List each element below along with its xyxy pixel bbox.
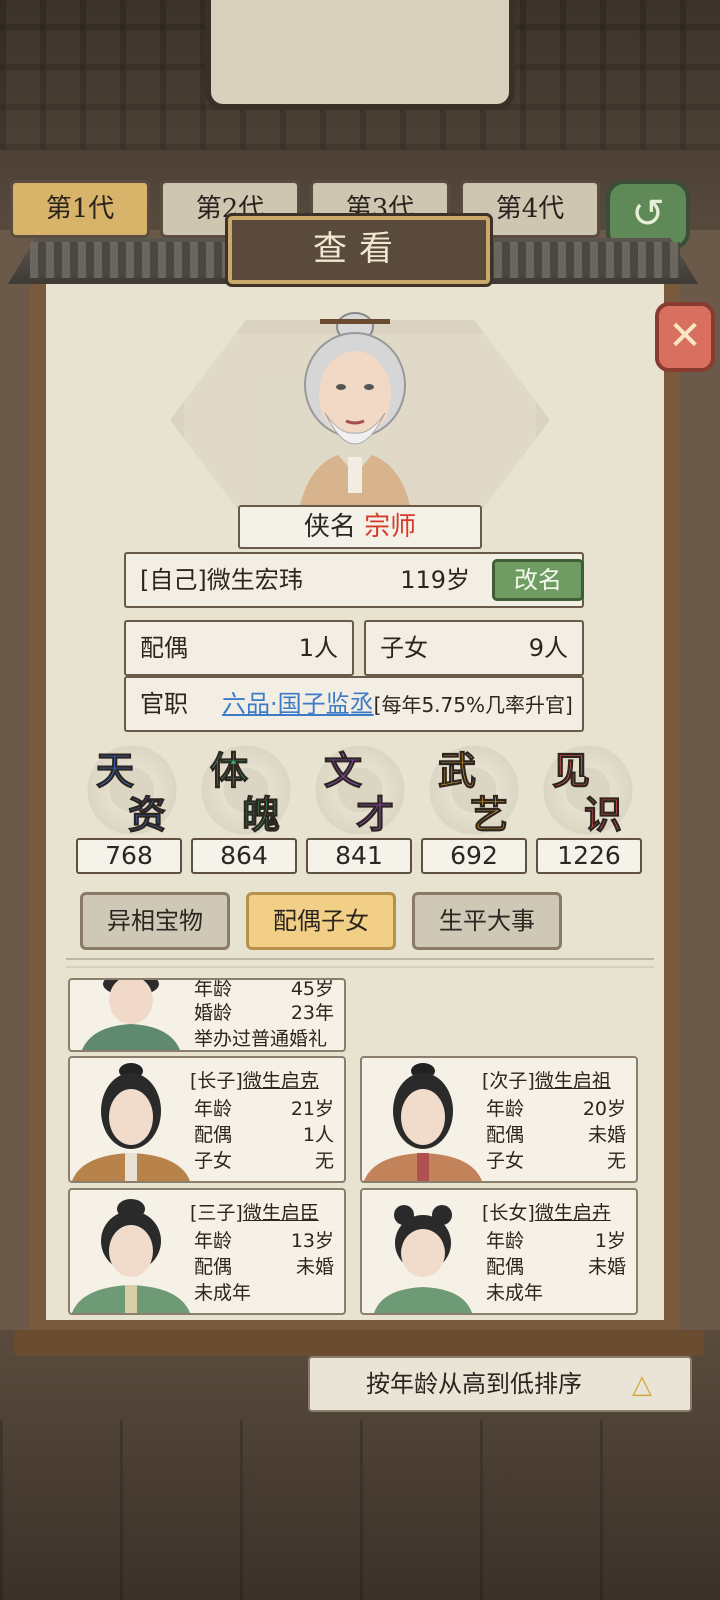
spouse-count: 1人	[298, 634, 338, 662]
tab-generation-1[interactable]: 第1代	[10, 180, 150, 238]
official-position-link[interactable]: 六品·国子监丞	[222, 690, 374, 718]
child-portrait-1	[72, 1063, 190, 1181]
hero-title-label: 侠名	[303, 512, 356, 542]
attr-literary-value: 841	[306, 838, 412, 874]
child-card-3[interactable]: [三子]微生启臣 年龄 13岁 配偶 未婚 未成年	[68, 1188, 346, 1315]
children-row: 子女 9人	[364, 620, 584, 676]
child-card-1[interactable]: [长子]微生启克 年龄 21岁 配偶 1人 子女无	[68, 1056, 346, 1183]
character-name: [自己]微生宏玮	[140, 566, 303, 594]
tab-treasures[interactable]: 异相宝物	[80, 892, 230, 950]
spouse-label: 配偶	[140, 634, 188, 662]
section-divider	[66, 958, 654, 968]
promotion-chance: [每年5.75%几率升官]	[373, 693, 573, 717]
attr-aptitude-value: 768	[76, 838, 182, 874]
child-card-2[interactable]: [次子]微生启祖 年龄 20岁 配偶 未婚 子女无	[360, 1056, 638, 1183]
sort-label: 按年龄从高到低排序	[366, 1370, 582, 1398]
background-painting	[205, 0, 515, 110]
return-arrow-icon: ↺	[631, 191, 665, 237]
children-count: 9人	[528, 634, 568, 662]
child-portrait-4	[374, 1205, 472, 1313]
attr-martial-char2: 艺	[469, 792, 509, 838]
child-name-4: [长女]微生启卉	[482, 1202, 611, 1224]
character-age: 119岁	[400, 566, 470, 594]
attr-aptitude-char2: 资	[127, 792, 167, 838]
spouse-card[interactable]: 年龄 45岁 婚龄 23年 举办过普通婚礼	[68, 978, 346, 1052]
spouse-portrait	[82, 980, 180, 1050]
attr-literary-char2: 才	[355, 792, 395, 838]
child-portrait-3	[72, 1199, 190, 1313]
attr-martial-value: 692	[421, 838, 527, 874]
background-floor-lines	[0, 1420, 720, 1600]
attr-physique-value: 864	[191, 838, 297, 874]
triangle-up-icon: △	[632, 1370, 652, 1400]
modal-title: 查看	[225, 213, 493, 287]
close-icon: ✕	[668, 313, 702, 359]
hero-title-rank: 宗师	[364, 512, 417, 542]
spouse-row: 配偶 1人	[124, 620, 354, 676]
child-name-3: [三子]微生启臣	[190, 1202, 319, 1224]
child-name-1: [长子]微生启克	[190, 1070, 319, 1092]
children-label: 子女	[380, 634, 428, 662]
attr-physique-char2: 魄	[241, 792, 281, 838]
modal-base	[14, 1330, 704, 1356]
child-name-2: [次子]微生启祖	[482, 1070, 611, 1092]
elder-portrait	[300, 312, 410, 505]
tab-life-events[interactable]: 生平大事	[412, 892, 562, 950]
tab-spouse-children[interactable]: 配偶子女	[246, 892, 396, 950]
official-row: 官职 六品·国子监丞[每年5.75%几率升官]	[124, 676, 584, 732]
child-portrait-2	[364, 1063, 482, 1181]
official-label: 官职	[140, 690, 188, 718]
child-card-4[interactable]: [长女]微生启卉 年龄 1岁 配偶 未婚 未成年	[360, 1188, 638, 1315]
rename-button[interactable]: 改名	[492, 559, 584, 601]
attr-insight-char2: 识	[583, 792, 623, 838]
attr-insight-value: 1226	[536, 838, 642, 874]
close-button[interactable]: ✕	[655, 302, 715, 372]
hero-title-box: 侠名 宗师	[238, 505, 482, 549]
